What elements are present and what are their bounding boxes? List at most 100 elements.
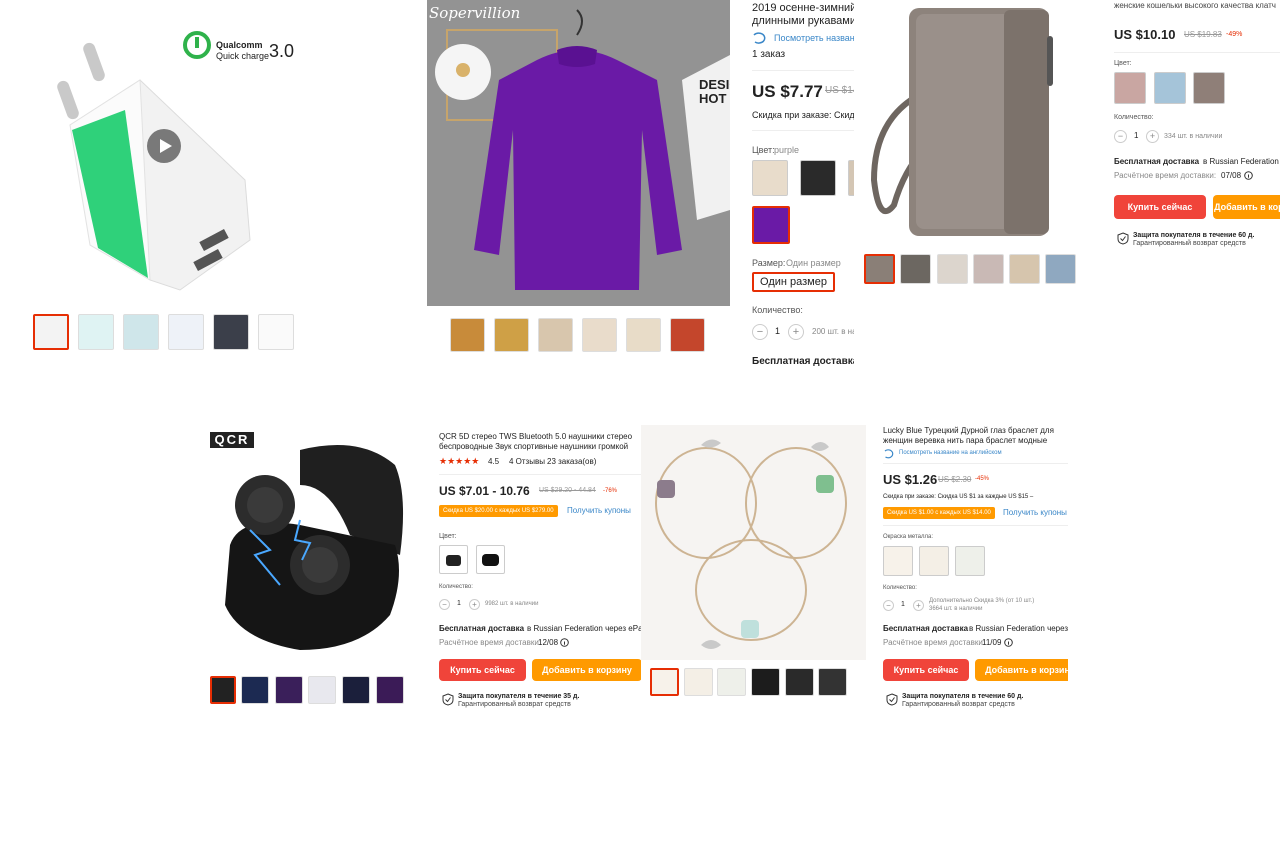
bracelet-color-option-2[interactable] — [919, 546, 949, 576]
bracelet-protection-sub: Гарантированный возврат средств — [902, 701, 1015, 708]
sweater-thumbnail[interactable] — [494, 318, 529, 352]
wallet-qty-minus-button[interactable]: − — [1114, 130, 1127, 143]
sweater-size-option[interactable]: Один размер — [752, 272, 835, 292]
sweater-discount-info: Скидка при заказе: Скидка — [752, 110, 854, 120]
wallet-qty-label: Количество: — [1114, 114, 1154, 121]
wallet-stock: 334 шт. в наличии — [1164, 133, 1223, 140]
bracelet-coupon-link[interactable]: Получить купоны — [1003, 508, 1067, 517]
bracelet-thumbnail[interactable] — [684, 668, 713, 696]
earbuds-delivery-date: 12/08 — [538, 638, 559, 647]
sweater-qty-minus-button[interactable]: − — [752, 324, 768, 340]
charger-thumbnail[interactable] — [123, 314, 159, 350]
earbuds-rating: 4.5 — [488, 457, 500, 466]
bracelet-color-option-1[interactable] — [883, 546, 913, 576]
sweater-qty-label: Количество: — [752, 305, 803, 315]
bracelet-translate-link[interactable]: Посмотреть название на английском — [899, 450, 1002, 456]
earbuds-thumbnail[interactable] — [376, 676, 404, 704]
earbuds-promo: Скидка US $20.00 с каждых US $279.00 — [439, 505, 558, 517]
sweater-qty-value[interactable]: 1 — [775, 326, 780, 336]
sweater-thumbnail[interactable] — [450, 318, 485, 352]
bracelet-thumbnail[interactable] — [650, 668, 679, 696]
bracelet-thumbnail[interactable] — [818, 668, 847, 696]
sweater-color-option-black[interactable] — [800, 160, 836, 196]
sweater-color-option-more[interactable] — [848, 160, 854, 196]
wallet-shipping-rest: в Russian Federation — [1203, 157, 1279, 166]
sweater-old-price: US $14 — [825, 85, 854, 96]
bracelet-qty-minus-button[interactable]: − — [883, 600, 894, 611]
sweater-thumbnail[interactable] — [670, 318, 705, 352]
earbuds-qty-plus-button[interactable]: + — [469, 599, 480, 610]
wallet-buy-now-button[interactable]: Купить сейчас — [1114, 195, 1206, 219]
earbuds-color-option-case[interactable] — [439, 545, 468, 574]
wallet-old-price: US $19.83 — [1184, 30, 1222, 39]
charger-thumbnail[interactable] — [213, 314, 249, 350]
earbuds-qty-minus-button[interactable]: − — [439, 599, 450, 610]
earbuds-thumbnail[interactable] — [308, 676, 336, 704]
earbuds-thumbnail[interactable] — [275, 676, 303, 704]
sweater-thumbnail[interactable] — [538, 318, 573, 352]
play-video-button[interactable] — [147, 129, 181, 163]
wallet-protection-title: Защита покупателя в течение 60 д. — [1133, 232, 1255, 239]
charger-panel: Qualcomm Quick charge 3.0 — [0, 0, 425, 360]
earbuds-add-to-cart-button[interactable]: Добавить в корзину — [532, 659, 641, 681]
earbuds-color-option-black[interactable] — [476, 545, 505, 574]
earbuds-buy-now-button[interactable]: Купить сейчас — [439, 659, 526, 681]
bracelet-image — [641, 425, 866, 660]
sweater-brand-watermark: Sopervillion — [429, 4, 521, 22]
earbuds-title: QCR 5D стерео TWS Bluetooth 5.0 наушники… — [439, 432, 633, 454]
magazine-text: DESIGN HOT — [699, 77, 730, 106]
earbuds-case-icon — [446, 555, 461, 566]
earbuds-coupon-link[interactable]: Получить купоны — [567, 506, 631, 515]
bracelet-thumbnail[interactable] — [717, 668, 746, 696]
bracelet-add-to-cart-button[interactable]: Добавить в корзину — [975, 659, 1068, 681]
bracelet-qty-value[interactable]: 1 — [901, 601, 905, 608]
sweater-color-value: purple — [774, 145, 800, 155]
earbuds-case-icon — [482, 554, 499, 566]
earbuds-qty-label: Количество: — [439, 584, 473, 590]
earbuds-qty-value[interactable]: 1 — [457, 600, 461, 607]
earbuds-stars: ★★★★★ — [439, 456, 480, 466]
bracelet-extra-discount: Дополнительно Скидка 3% (от 10 шт.) — [929, 598, 1035, 604]
wallet-thumbnail[interactable] — [1045, 254, 1076, 284]
earbuds-shipping-rest: в Russian Federation через ePacket — [527, 624, 641, 633]
sweater-details: 2019 осенне-зимний свитер с длинными рук… — [752, 0, 854, 370]
bracelet-thumbnail[interactable] — [785, 668, 814, 696]
wallet-color-label: Цвет: — [1114, 60, 1132, 67]
bracelet-thumbnail[interactable] — [751, 668, 780, 696]
wallet-color-option-grey[interactable] — [1193, 72, 1225, 104]
earbuds-brand-logo: QCR — [210, 432, 254, 448]
sweater-thumbnail[interactable] — [582, 318, 617, 352]
translate-link[interactable]: Посмотреть название на английском — [774, 33, 854, 43]
earbuds-protection-sub: Гарантированный возврат средств — [458, 701, 571, 708]
charger-thumbnail[interactable] — [33, 314, 69, 350]
charger-thumbnail[interactable] — [168, 314, 204, 350]
sweater-color-option-purple[interactable] — [752, 206, 790, 244]
charger-thumbnail[interactable] — [258, 314, 294, 350]
bracelet-shipping-rest: в Russian Federation через Cainiao — [969, 624, 1068, 633]
earbuds-thumbnail[interactable] — [241, 676, 269, 704]
earbuds-reviews: 4 Отзывы — [509, 457, 545, 466]
wallet-thumbnail[interactable] — [900, 254, 931, 284]
bracelet-color-option-3[interactable] — [955, 546, 985, 576]
wallet-qty-value[interactable]: 1 — [1134, 131, 1138, 140]
wallet-delivery-label: Расчётное время доставки: — [1114, 171, 1217, 180]
bracelet-buy-now-button[interactable]: Купить сейчас — [883, 659, 969, 681]
bracelet-price: US $1.26 — [883, 472, 938, 487]
wallet-qty-plus-button[interactable]: + — [1146, 130, 1159, 143]
sweater-qty-plus-button[interactable]: + — [788, 324, 804, 340]
earbuds-thumbnail[interactable] — [210, 676, 236, 704]
wallet-color-option-pink[interactable] — [1114, 72, 1146, 104]
wallet-thumbnail[interactable] — [1009, 254, 1040, 284]
sweater-thumbnail[interactable] — [626, 318, 661, 352]
sweater-color-option-beige[interactable] — [752, 160, 788, 196]
wallet-color-option-blue[interactable] — [1154, 72, 1186, 104]
bracelet-old-price: US $2.30 — [938, 475, 972, 484]
wallet-price: US $10.10 — [1114, 27, 1176, 42]
wallet-thumbnail[interactable] — [973, 254, 1004, 284]
wallet-thumbnail[interactable] — [937, 254, 968, 284]
charger-thumbnail[interactable] — [78, 314, 114, 350]
earbuds-thumbnail[interactable] — [342, 676, 370, 704]
wallet-add-to-cart-button[interactable]: Добавить в корзину — [1213, 195, 1280, 219]
bracelet-qty-plus-button[interactable]: + — [913, 600, 924, 611]
wallet-thumbnail[interactable] — [864, 254, 895, 284]
